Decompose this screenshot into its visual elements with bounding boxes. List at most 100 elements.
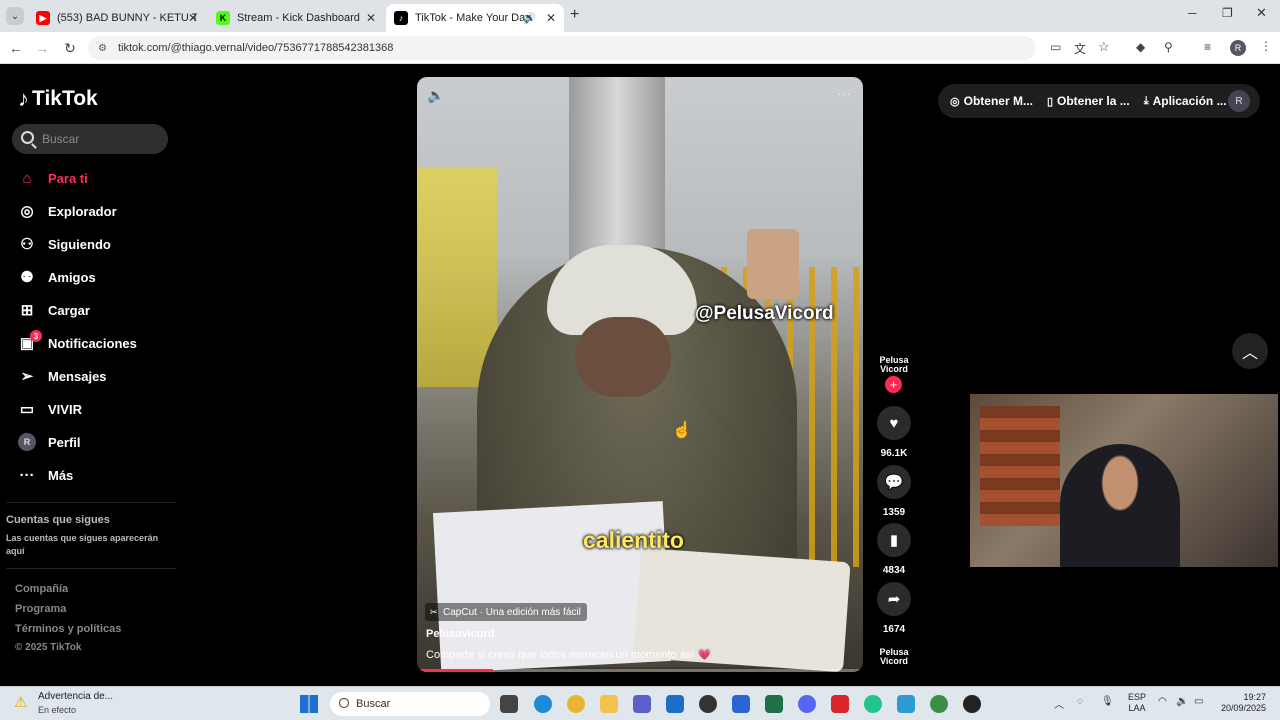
capcut-tag[interactable]: ✂ CapCut · Una edición más fácil — [425, 603, 587, 621]
share-count: 1674 — [882, 624, 906, 635]
close-window-button[interactable]: ✕ — [1256, 5, 1267, 21]
sidebar-item-perfil[interactable]: R Perfil — [18, 430, 81, 454]
chrome-icon[interactable] — [567, 695, 585, 713]
tab-title: Stream - Kick Dashboard — [237, 12, 360, 24]
file-icon[interactable] — [500, 695, 518, 713]
recorder-icon[interactable] — [963, 695, 981, 713]
follow-plus-button[interactable]: + — [885, 376, 902, 393]
bookmark-star-icon[interactable]: ☆ — [1098, 39, 1110, 55]
url-field[interactable]: ⚙ tiktok.com/@thiago.vernal/video/753677… — [88, 36, 1036, 60]
warning-icon[interactable]: ⚠ — [14, 693, 32, 711]
excel-icon[interactable] — [765, 695, 783, 713]
footer-link-compania[interactable]: Compañía — [15, 583, 68, 595]
tiktok-logo[interactable]: ♪ TikTok — [18, 86, 98, 112]
volume-icon[interactable]: 🔈 — [427, 87, 444, 104]
music-disc-avatar[interactable]: Pelusa Vicord — [876, 648, 912, 668]
phone-icon: ▯ — [1046, 95, 1054, 108]
edge-icon[interactable] — [534, 695, 552, 713]
scroll-up-button[interactable]: ︿ — [1232, 333, 1268, 369]
creator-avatar[interactable]: Pelusa Vicord — [876, 356, 912, 376]
sidebar-item-notificaciones[interactable]: ▣ 3 Notificaciones — [18, 330, 137, 355]
site-settings-icon[interactable]: ⚙ — [98, 43, 107, 54]
battery-icon[interactable]: ▭ — [1194, 696, 1203, 707]
search-input[interactable]: Buscar — [12, 124, 168, 154]
close-tab-icon[interactable]: ✕ — [188, 11, 198, 25]
like-button[interactable]: ♥ 96.1K — [876, 406, 912, 459]
tab-kick[interactable]: K Stream - Kick Dashboard ✕ — [208, 4, 384, 32]
comment-icon: 💬 — [877, 465, 911, 499]
clock[interactable]: 19:27 20/09/2025 — [1218, 692, 1266, 714]
following-desc: Las cuentas que sigues aparecerán aquí — [6, 533, 159, 556]
minimize-button[interactable]: ─ — [1188, 6, 1197, 20]
folder-icon[interactable] — [600, 695, 618, 713]
app-icon[interactable] — [732, 695, 750, 713]
profile-avatar[interactable]: R — [1230, 40, 1246, 56]
tray-chevron-icon[interactable]: ︿ — [1054, 696, 1064, 711]
red-app-icon[interactable] — [831, 695, 849, 713]
sidebar-item-cargar[interactable]: ⊞ Cargar — [18, 298, 90, 322]
maximize-button[interactable]: ❐ — [1222, 6, 1233, 20]
video-progress-bar[interactable] — [417, 669, 863, 672]
forward-icon[interactable]: → — [34, 40, 50, 56]
tab-youtube[interactable]: ▶ (553) BAD BUNNY - KETU TeCR ✕ — [28, 4, 206, 32]
video-player[interactable]: 🔈 ··· @PelusaVicord calientito ✂ CapCut … — [417, 77, 863, 672]
volume-icon[interactable]: 🔉 — [1176, 696, 1188, 707]
sidebar-item-mensajes[interactable]: ➢ Mensajes — [18, 364, 107, 388]
extension-icon[interactable]: ◆ — [1136, 40, 1145, 54]
close-tab-icon[interactable]: ✕ — [366, 11, 376, 25]
install-icon[interactable]: ▭ — [1050, 40, 1061, 54]
reload-icon[interactable]: ↻ — [62, 40, 78, 57]
speaker-icon[interactable]: 🔊 — [524, 13, 536, 24]
sidebar-item-mas[interactable]: ··· Más — [18, 463, 74, 487]
tiktok-icon: ♪ — [394, 11, 408, 25]
green-app-icon[interactable] — [864, 695, 882, 713]
new-tab-button[interactable]: + — [570, 6, 579, 24]
address-bar: ← → ↻ ⚙ tiktok.com/@thiago.vernal/video/… — [0, 32, 1280, 64]
microphone-icon[interactable]: 🎙 — [1101, 696, 1114, 707]
footer-link-terminos[interactable]: Términos y políticas — [15, 623, 121, 635]
teams-icon[interactable] — [633, 695, 651, 713]
language-indicator[interactable]: ESP LAA — [1128, 692, 1146, 714]
share-button[interactable]: ➦ 1674 — [876, 582, 912, 635]
obs-icon[interactable] — [699, 695, 717, 713]
discord-icon[interactable] — [798, 695, 816, 713]
video-face — [575, 317, 671, 397]
get-app-button[interactable]: ▯ Obtener la ... — [1047, 94, 1130, 108]
comment-button[interactable]: 💬 1359 — [876, 465, 912, 518]
tab-tiktok[interactable]: ♪ TikTok - Make Your Day 🔊 ✕ — [386, 4, 564, 32]
puzzle-icon[interactable]: ⚲ — [1164, 40, 1173, 54]
menu-icon[interactable]: ⋮ — [1260, 39, 1272, 53]
sidebar-item-explorador[interactable]: ◎ Explorador — [18, 199, 116, 223]
desktop-app-label: Aplicación ... — [1152, 94, 1227, 108]
taskbar-search[interactable]: Buscar — [330, 692, 490, 716]
desktop-app-button[interactable]: ⤓ Aplicación ... — [1144, 94, 1227, 108]
video-description: Comparte si crees que todos merecen un m… — [426, 649, 712, 661]
get-coins-button[interactable]: ◎ Obtener M... — [950, 94, 1033, 108]
sidebar-item-vivir[interactable]: ▭ VIVIR — [18, 397, 82, 421]
translate-icon[interactable]: 文 — [1074, 40, 1086, 57]
back-icon[interactable]: ← — [8, 40, 24, 56]
notes-icon[interactable] — [897, 695, 915, 713]
divider — [6, 568, 176, 569]
video-author[interactable]: Pelusavicord — [426, 628, 494, 640]
tray-app-icon[interactable]: ◌ — [1077, 696, 1083, 707]
chrome-active-icon[interactable] — [930, 695, 948, 713]
media-icon[interactable]: ≡ — [1204, 40, 1211, 54]
store-icon[interactable] — [666, 695, 684, 713]
sidebar-item-siguiendo[interactable]: ⚇ Siguiendo — [18, 232, 111, 256]
warning-title[interactable]: Advertencia de... — [38, 691, 113, 702]
wifi-icon[interactable]: ◠ — [1158, 696, 1167, 707]
avatar[interactable]: R — [1228, 90, 1250, 112]
webcam-overlay — [970, 394, 1278, 567]
more-options-icon[interactable]: ··· — [837, 85, 851, 101]
close-tab-icon[interactable]: ✕ — [546, 11, 556, 25]
windows-start-icon[interactable] — [300, 695, 318, 713]
language-line1: ESP — [1128, 692, 1147, 702]
sidebar-item-amigos[interactable]: ⚉ Amigos — [18, 265, 95, 289]
bookmark-button[interactable]: ▮ 4834 — [876, 523, 912, 576]
mouse-cursor-icon: ☝ — [672, 422, 692, 439]
sidebar-item-para-ti[interactable]: ⌂ Para ti — [18, 166, 87, 190]
footer-link-programa[interactable]: Programa — [15, 603, 66, 615]
tab-search-dropdown[interactable]: ⌄ — [6, 7, 24, 25]
sidebar-item-label: Notificaciones — [48, 335, 137, 351]
